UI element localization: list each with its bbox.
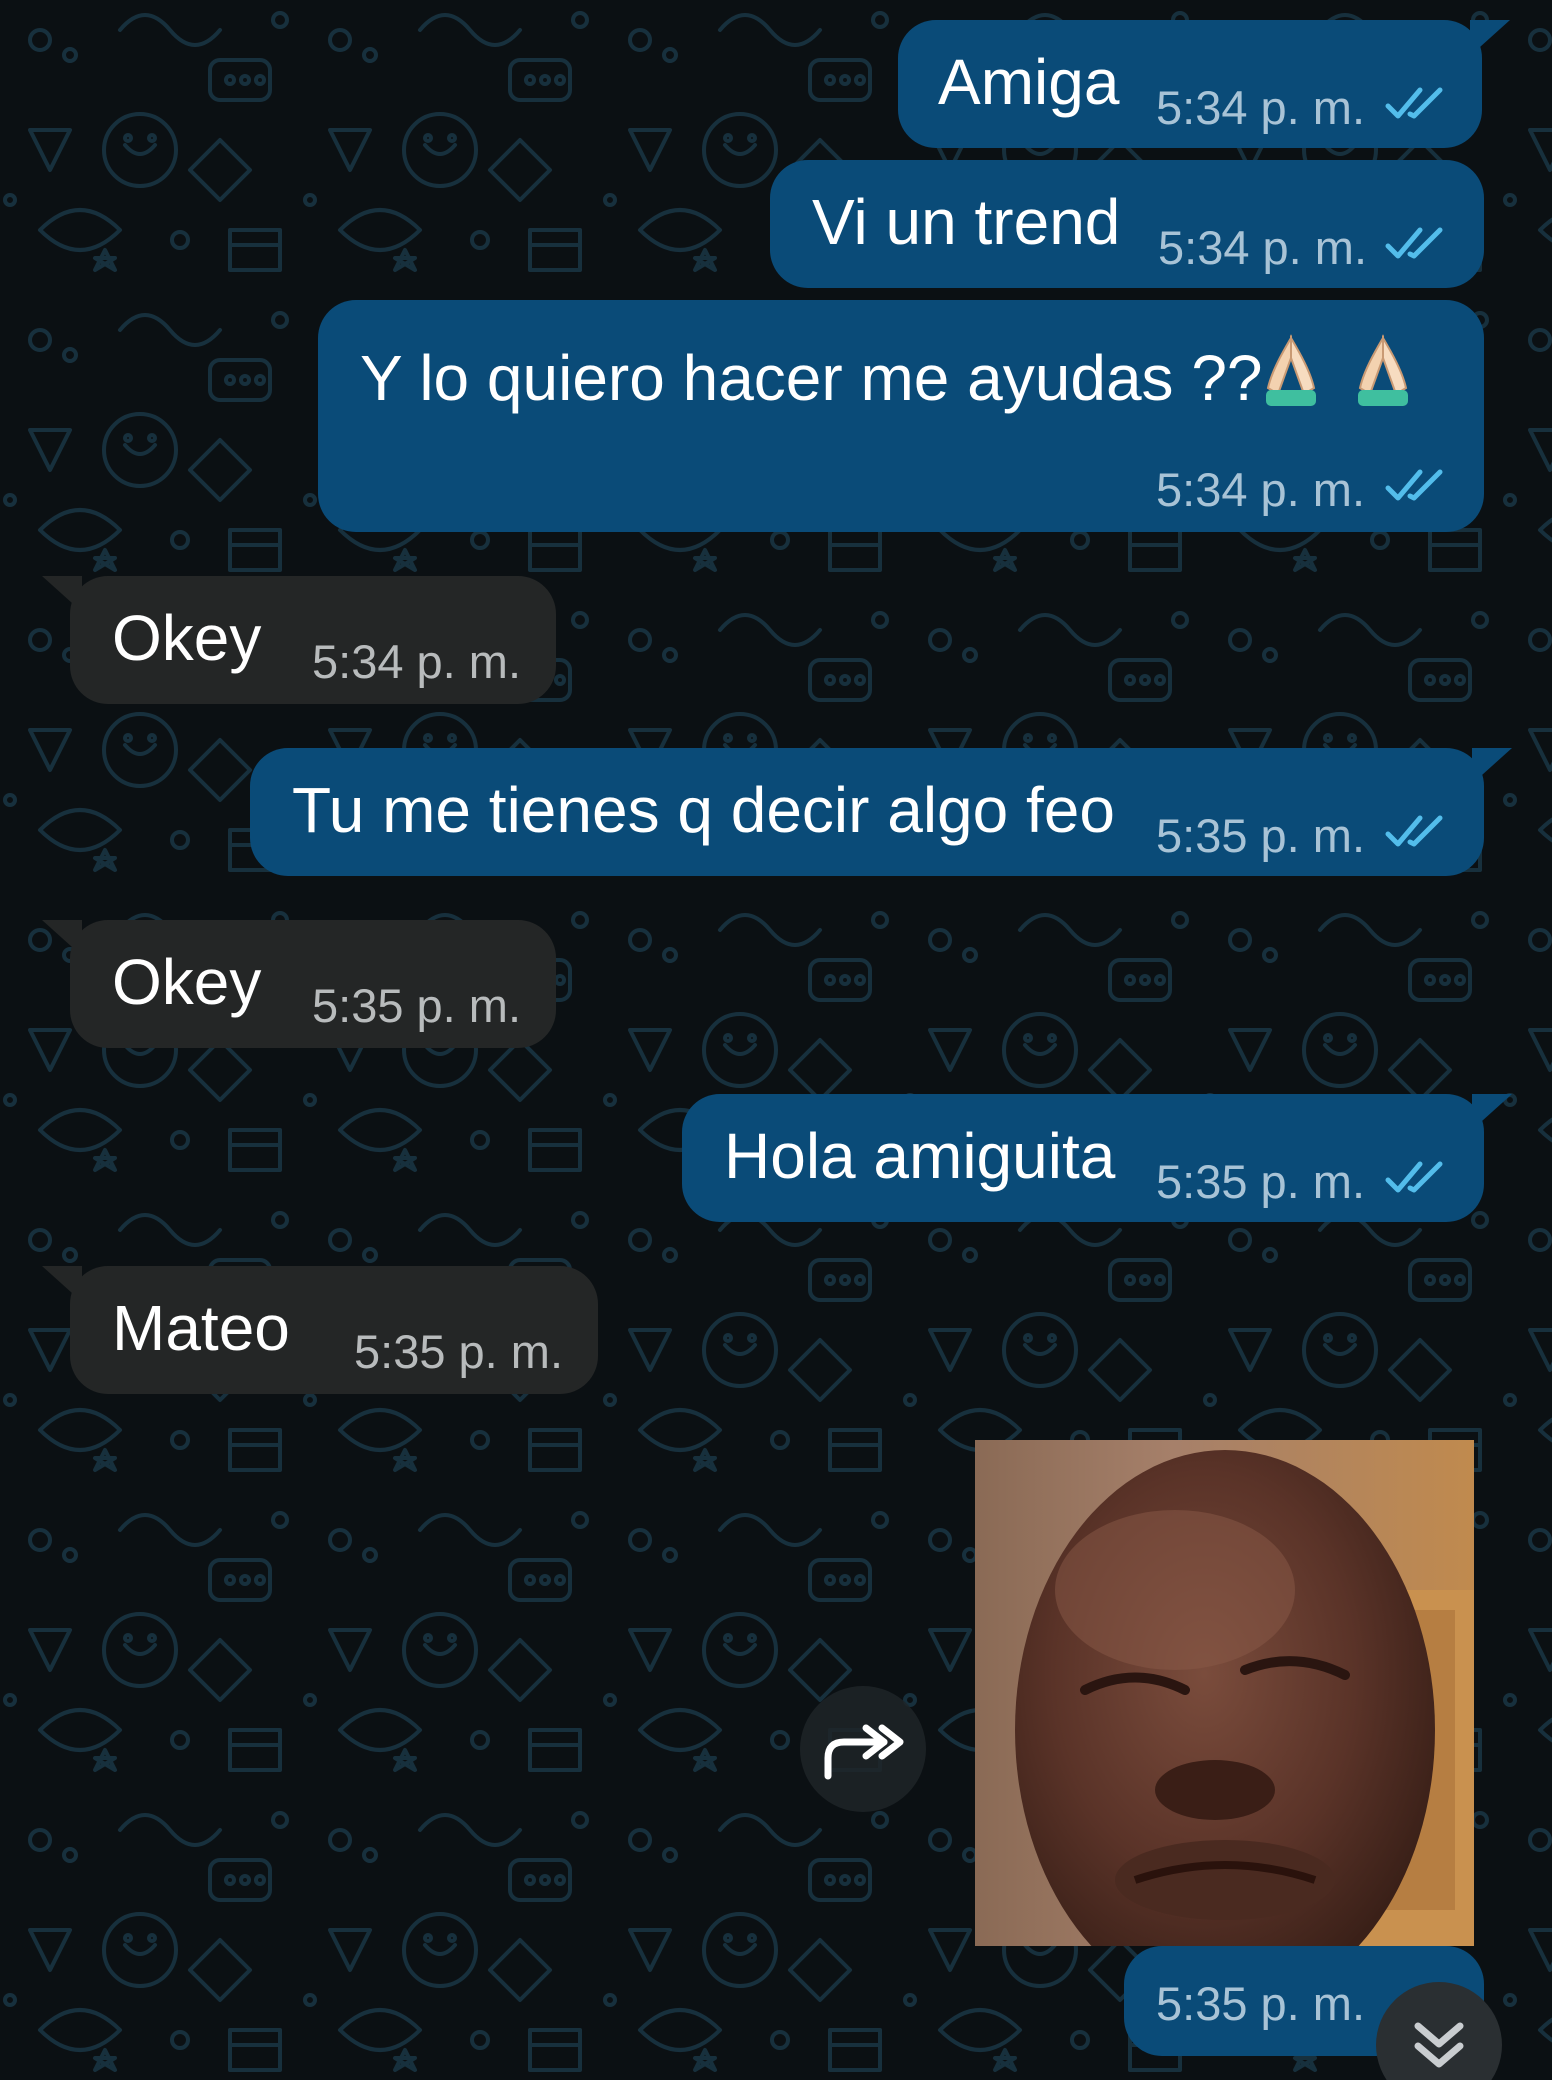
- message-bubble-incoming[interactable]: Okey 5:35 p. m.: [42, 920, 556, 1048]
- message-time: 5:34 p. m.: [1156, 81, 1365, 134]
- bubble-tail: [1472, 1094, 1512, 1130]
- message-text: Okey: [112, 602, 262, 674]
- message-bubble-outgoing[interactable]: Vi un trend 5:34 p. m.: [770, 160, 1484, 288]
- double-check-icon: [1385, 815, 1443, 847]
- forward-icon: [824, 1724, 904, 1780]
- photo-message-image[interactable]: [975, 1440, 1474, 1946]
- message-time: 5:34 p. m.: [1158, 221, 1367, 274]
- folded-hands-emoji-icon: [1266, 334, 1316, 406]
- forward-button[interactable]: [800, 1686, 926, 1812]
- message-time: 5:35 p. m.: [354, 1325, 563, 1378]
- message-bubble-incoming[interactable]: Okey 5:34 p. m.: [42, 576, 556, 704]
- double-check-icon: [1385, 1161, 1443, 1193]
- message-text: Okey: [112, 946, 262, 1018]
- double-chevron-down-icon: [1414, 2022, 1464, 2068]
- message-time: 5:34 p. m.: [1156, 463, 1365, 516]
- message-text: Y lo quiero hacer me ayudas ??: [360, 342, 1263, 414]
- double-check-icon: [1385, 227, 1443, 259]
- double-check-icon: [1385, 87, 1443, 119]
- bubble-tail: [42, 920, 82, 956]
- bubble-tail: [1472, 748, 1512, 784]
- message-text: Mateo: [112, 1292, 290, 1364]
- message-bubble-outgoing[interactable]: Amiga 5:34 p. m.: [898, 20, 1510, 148]
- message-bubble-outgoing[interactable]: Tu me tienes q decir algo feo 5:35 p. m.: [250, 748, 1512, 876]
- message-time: 5:35 p. m.: [1156, 1977, 1365, 2030]
- message-time: 5:35 p. m.: [312, 979, 521, 1032]
- message-time: 5:35 p. m.: [1156, 1155, 1365, 1208]
- message-text: Vi un trend: [812, 186, 1121, 258]
- folded-hands-emoji-icon: [1358, 334, 1408, 406]
- message-time: 5:34 p. m.: [312, 635, 521, 688]
- chat-screen: Amiga 5:34 p. m. Vi un trend 5:34 p. m. …: [0, 0, 1552, 2080]
- scroll-to-bottom-button[interactable]: [1376, 1982, 1502, 2080]
- bubble-tail: [1470, 20, 1510, 56]
- message-text: Tu me tienes q decir algo feo: [292, 774, 1115, 846]
- message-text: Hola amiguita: [724, 1120, 1116, 1192]
- message-bubble-outgoing[interactable]: Y lo quiero hacer me ayudas ?? 5:34 p. m…: [318, 300, 1484, 532]
- message-text: Amiga: [938, 46, 1120, 118]
- bubble-tail: [42, 1266, 82, 1302]
- double-check-icon: [1385, 469, 1443, 501]
- message-time: 5:35 p. m.: [1156, 809, 1365, 862]
- photo-content: [975, 1440, 1474, 1946]
- message-bubble-outgoing[interactable]: Hola amiguita 5:35 p. m.: [682, 1094, 1512, 1222]
- message-bubble-incoming[interactable]: Mateo 5:35 p. m.: [42, 1266, 598, 1394]
- bubble-tail: [42, 576, 82, 612]
